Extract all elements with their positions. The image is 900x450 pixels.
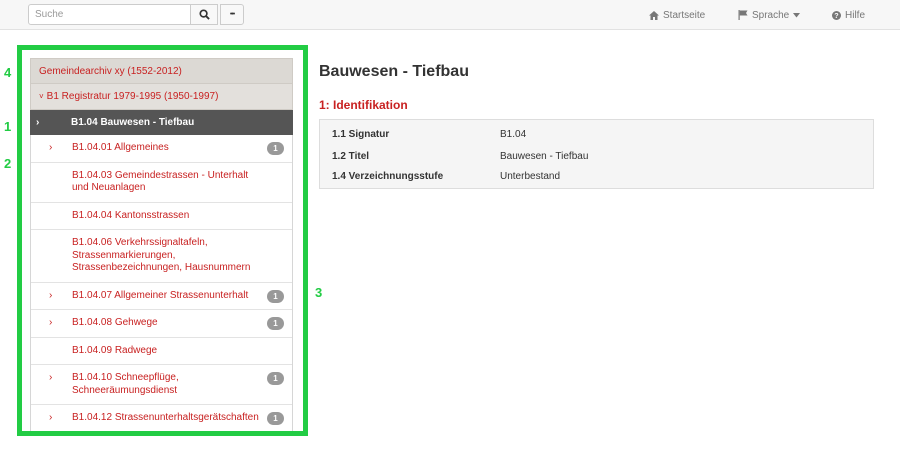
more-options-label: ••• xyxy=(229,11,235,18)
tree-item-label: B1.04.01 Allgemeines xyxy=(72,142,169,153)
more-options-button[interactable]: ••• xyxy=(220,4,244,25)
home-icon xyxy=(649,10,659,20)
identification-table: 1.1 Signatur B1.04 1.2 Titel Bauwesen - … xyxy=(319,119,874,189)
tree-item-label: B1.04.10 Schneepflüge, Schneeräumungsdie… xyxy=(72,372,179,396)
count-badge: 1 xyxy=(267,289,284,303)
search-button[interactable] xyxy=(190,4,218,25)
field-value: Unterbestand xyxy=(500,171,561,182)
annotation-number: 1 xyxy=(4,119,12,134)
tree-active-node[interactable]: › B1.04 Bauwesen - Tiefbau xyxy=(30,110,293,135)
page-title: Bauwesen - Tiefbau xyxy=(319,63,469,80)
search-input[interactable] xyxy=(28,4,191,25)
section-heading: 1: Identifikation xyxy=(319,98,408,112)
tree-child-list: › B1.04.01 Allgemeines 1 B1.04.03 Gemeindes… xyxy=(30,135,293,433)
tree-registry-label: B1 Registratur 1979-1995 (1950-1997) xyxy=(46,91,219,102)
count-badge: 1 xyxy=(267,317,284,330)
field-value: Bauwesen - Tiefbau xyxy=(500,151,589,162)
tree-item-label: B1.04.09 Radwege xyxy=(72,344,158,356)
chevron-right-icon: › xyxy=(49,142,53,153)
tree-item[interactable]: B1.04.03 Gemeindestrassen - Unterhalt un… xyxy=(31,161,292,202)
tree-item-label: B1.04.06 Verkehrssignaltafeln, Strassenm… xyxy=(72,237,251,273)
tree-archive-label: Gemeindearchiv xy (1552-2012) xyxy=(39,65,182,77)
question-circle-icon: ? xyxy=(832,10,841,20)
search-icon xyxy=(198,9,210,20)
tree-archive-link[interactable]: Gemeindearchiv xy (1552-2012) xyxy=(30,58,293,84)
svg-text:?: ? xyxy=(834,11,838,20)
tree-item[interactable]: › B1.04.01 Allgemeines 1 xyxy=(31,135,292,162)
tree-item-label: B1.04.04 Kantonsstrassen xyxy=(72,209,190,221)
caret-down-icon xyxy=(793,12,801,17)
chevron-right-icon: › xyxy=(49,289,53,301)
chevron-down-icon: ˅ xyxy=(39,92,44,101)
tree-item-label: B1.04.07 Allgemeiner Strassenunterhalt xyxy=(72,289,249,301)
field-key: 1.4 Verzeichnungsstufe xyxy=(332,171,444,182)
count-badge: 1 xyxy=(267,142,284,155)
annotation-number: 2 xyxy=(4,156,12,171)
archive-tree: Gemeindearchiv xy (1552-2012) ˅ B1 Regis… xyxy=(30,58,293,433)
tree-item-label: B1.04.03 Gemeindestrassen - Unterhalt un… xyxy=(72,169,249,194)
tree-item[interactable]: › B1.04.07 Allgemeiner Strassenunterhalt 1 xyxy=(31,281,292,310)
field-key: 1.2 Titel xyxy=(332,151,370,162)
chevron-right-icon: › xyxy=(49,317,53,328)
tree-item-label: B1.04.08 Gehwege xyxy=(72,317,158,328)
tree-item[interactable]: › B1.04.10 Schneepflüge, Schneeräumungsdi… xyxy=(31,364,292,404)
tree-item[interactable]: B1.04.04 Kantonsstrassen xyxy=(31,201,292,230)
tree-active-label: B1.04 Bauwesen - Tiefbau xyxy=(71,117,195,128)
tree-item[interactable]: B1.04.09 Radwege xyxy=(31,336,292,365)
annotation-number: 3 xyxy=(315,285,323,300)
flag-icon xyxy=(738,10,748,20)
top-navbar: ••• Startseite Sprache ? Hilfe xyxy=(0,0,900,30)
count-badge: 1 xyxy=(267,412,284,425)
field-value: B1.04 xyxy=(500,129,527,140)
tree-registry-link[interactable]: ˅ B1 Registratur 1979-1995 (1950-1997) xyxy=(30,84,293,110)
tree-item[interactable]: › B1.04.12 Strassenunterhaltsgerätschafte… xyxy=(31,404,292,432)
count-badge: 1 xyxy=(267,372,284,385)
nav-home-label: Startseite xyxy=(663,9,706,21)
nav-language-label: Sprache xyxy=(752,9,790,21)
tree-item-label: B1.04.12 Strassenunterhaltsgerätschaften xyxy=(72,412,259,423)
chevron-right-icon: › xyxy=(49,372,53,383)
chevron-right-icon: › xyxy=(49,412,53,423)
nav-help-label: Hilfe xyxy=(845,9,866,21)
tree-item[interactable]: B1.04.06 Verkehrssignaltafeln, Strassenm… xyxy=(31,229,292,282)
nav-help-link[interactable]: ? Hilfe xyxy=(832,0,865,30)
annotation-number: 4 xyxy=(4,65,12,80)
nav-language-dropdown[interactable]: Sprache xyxy=(738,0,801,30)
nav-home-link[interactable]: Startseite xyxy=(649,0,705,30)
field-key: 1.1 Signatur xyxy=(332,129,390,140)
tree-item[interactable]: › B1.04.08 Gehwege 1 xyxy=(31,309,292,337)
chevron-right-icon: › xyxy=(36,117,40,128)
